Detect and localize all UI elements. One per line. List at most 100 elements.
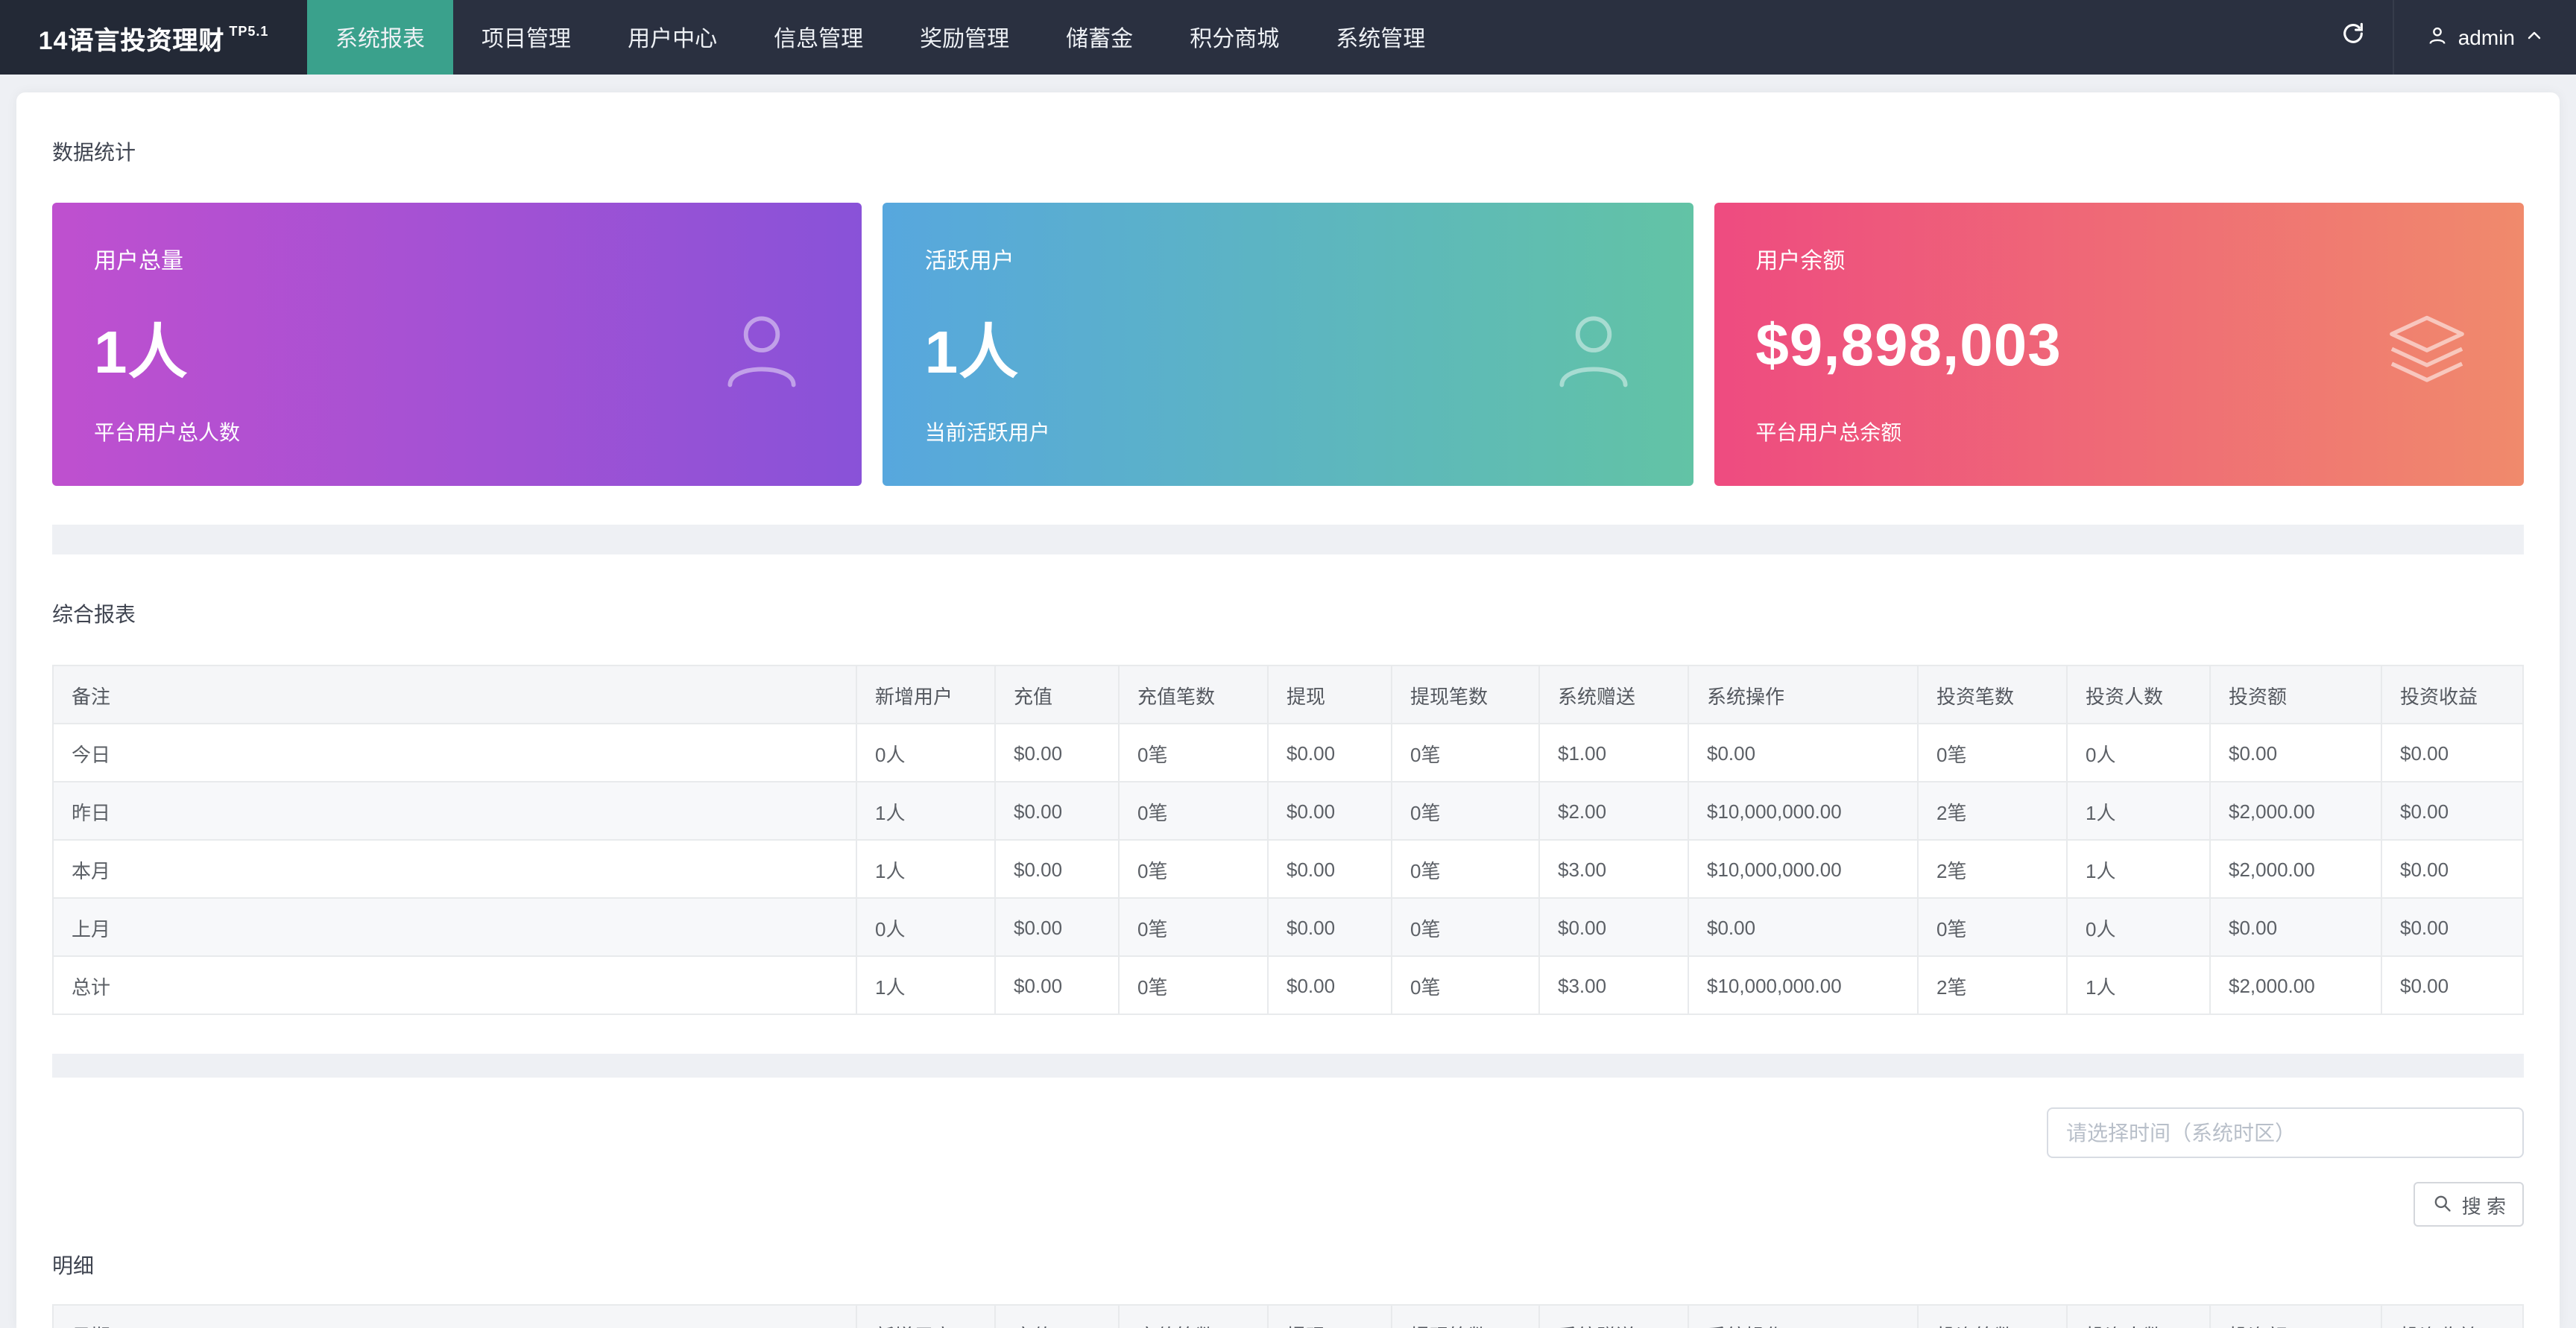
table-cell: 0笔	[1118, 781, 1269, 841]
table-cell: 1人	[856, 955, 996, 1015]
column-header: 投资笔数	[1917, 1304, 2068, 1328]
column-header: 新增用户	[856, 1304, 996, 1328]
detail-section-title: 明细	[52, 1253, 94, 1277]
layers-icon	[2384, 306, 2470, 400]
table-cell: $0.00	[1267, 955, 1392, 1015]
table-cell: $0.00	[1267, 897, 1392, 957]
column-header: 投资收益	[2381, 1304, 2524, 1328]
nav-item[interactable]: 系统管理	[1307, 0, 1453, 75]
table-cell: $0.00	[1538, 897, 1689, 957]
detail-section: 搜 索 明细 日期新增用户充值充值笔数提现提现笔数系统赠送系统操作投资笔数投资人…	[52, 1078, 2524, 1328]
table-cell: 2笔	[1917, 839, 2068, 899]
search-button-label: 搜 索	[2461, 1195, 2506, 1217]
table-cell: $3.00	[1538, 955, 1689, 1015]
stat-card-text: 活跃用户 1人 当前活跃用户	[925, 244, 1050, 447]
user-menu[interactable]: admin	[2392, 0, 2576, 75]
column-header: 系统操作	[1688, 665, 1919, 724]
stat-card: 用户余额 $9,898,003 平台用户总余额	[1714, 203, 2524, 486]
nav-item[interactable]: 积分商城	[1161, 0, 1307, 75]
table-row: 总计 1人 $0.00 0笔 $0.00 0笔 $3.00 $10,000,000.00 2笔 1…	[52, 955, 2524, 1015]
column-header: 系统赠送	[1538, 1304, 1689, 1328]
table-cell: 0笔	[1391, 955, 1540, 1015]
column-header: 投资人数	[2066, 1304, 2211, 1328]
nav-item[interactable]: 用户中心	[599, 0, 745, 75]
stat-card-value: $9,898,003	[1755, 313, 2062, 379]
column-header: 系统赠送	[1538, 665, 1689, 724]
stat-card-value: 1人	[94, 320, 189, 385]
column-header: 备注	[52, 665, 857, 724]
search-icon	[2432, 1192, 2453, 1217]
table-cell: $2,000.00	[2209, 781, 2382, 841]
stat-card-title: 用户余额	[1755, 249, 1846, 274]
table-cell: 0笔	[1391, 723, 1540, 782]
app-logo: 14语言投资理财 TP5.1	[0, 0, 307, 75]
column-header: 提现笔数	[1391, 1304, 1540, 1328]
column-header: 投资笔数	[1917, 665, 2068, 724]
stat-card-subtitle: 平台用户总人数	[94, 420, 240, 444]
table-cell: 0笔	[1917, 897, 2068, 957]
column-header: 投资额	[2209, 1304, 2382, 1328]
table-cell: 本月	[52, 839, 857, 899]
search-button[interactable]: 搜 索	[2414, 1182, 2524, 1227]
user-icon	[716, 303, 809, 403]
table-cell: 0人	[856, 723, 996, 782]
table-row: 上月 0人 $0.00 0笔 $0.00 0笔 $0.00 $0.00 0笔 0人 $0.00 $0.…	[52, 897, 2524, 957]
table-cell: $1.00	[1538, 723, 1689, 782]
column-header: 投资额	[2209, 665, 2382, 724]
column-header: 投资收益	[2381, 665, 2524, 724]
table-cell: 1人	[2066, 955, 2211, 1015]
table-cell: 2笔	[1917, 955, 2068, 1015]
table-cell: $0.00	[1688, 897, 1919, 957]
detail-controls: 搜 索	[52, 1107, 2524, 1227]
user-icon	[1547, 303, 1639, 403]
table-cell: $0.00	[1267, 839, 1392, 899]
table-cell: 0人	[856, 897, 996, 957]
table-cell: $0.00	[994, 839, 1120, 899]
section-divider	[52, 525, 2524, 554]
table-cell: 1人	[2066, 839, 2211, 899]
nav-item[interactable]: 项目管理	[453, 0, 599, 75]
table-row: 昨日 1人 $0.00 0笔 $0.00 0笔 $2.00 $10,000,000.00 2笔 1…	[52, 781, 2524, 841]
table-cell: $0.00	[994, 723, 1120, 782]
table-cell: 0笔	[1391, 839, 1540, 899]
table-cell: 0笔	[1118, 723, 1269, 782]
stat-card-value: 1人	[924, 320, 1020, 385]
user-icon	[2427, 25, 2448, 50]
table-cell: $3.00	[1538, 839, 1689, 899]
table-cell: $0.00	[1688, 723, 1919, 782]
table-cell: $0.00	[2381, 897, 2524, 957]
table-cell: $10,000,000.00	[1688, 839, 1919, 899]
date-range-input[interactable]	[2047, 1107, 2524, 1158]
table-cell: $0.00	[2381, 781, 2524, 841]
table-cell: $0.00	[2381, 723, 2524, 782]
column-header: 系统操作	[1688, 1304, 1919, 1328]
table-cell: $0.00	[994, 955, 1120, 1015]
table-cell: 0笔	[1917, 723, 2068, 782]
table-cell: $10,000,000.00	[1688, 781, 1919, 841]
nav-item[interactable]: 系统报表	[307, 0, 454, 75]
search-row: 搜 索	[2414, 1182, 2524, 1227]
stats-section-title: 数据统计	[52, 140, 136, 164]
table-cell: $0.00	[994, 897, 1120, 957]
column-header: 充值	[994, 665, 1120, 724]
column-header: 提现	[1267, 665, 1392, 724]
nav-menu: 系统报表 项目管理 用户中心 信息管理 奖励管理 储蓄金 积分商城 系统管理	[307, 0, 1453, 75]
column-header: 充值	[994, 1304, 1120, 1328]
stat-card-subtitle: 平台用户总余额	[1755, 420, 1902, 444]
refresh-button[interactable]	[2315, 0, 2393, 75]
detail-table: 日期新增用户充值充值笔数提现提现笔数系统赠送系统操作投资笔数投资人数投资额投资收…	[52, 1304, 2524, 1328]
column-header: 充值笔数	[1118, 665, 1269, 724]
table-cell: $2,000.00	[2209, 955, 2382, 1015]
column-header: 提现笔数	[1391, 665, 1540, 724]
table-cell: 0笔	[1118, 955, 1269, 1015]
column-header: 提现	[1267, 1304, 1392, 1328]
app-version: TP5.1	[229, 24, 269, 39]
nav-item[interactable]: 储蓄金	[1038, 0, 1161, 75]
nav-item[interactable]: 信息管理	[745, 0, 891, 75]
user-name: admin	[2457, 25, 2515, 49]
main-content: 数据统计 用户总量 1人 平台用户总人数 活跃用户 1人 当前活跃用户 用户余额 $9,898…	[16, 92, 2560, 1328]
table-cell: $0.00	[994, 781, 1120, 841]
table-row: 本月 1人 $0.00 0笔 $0.00 0笔 $3.00 $10,000,000.00 2笔 1…	[52, 839, 2524, 899]
table-cell: 0人	[2066, 723, 2211, 782]
nav-item[interactable]: 奖励管理	[891, 0, 1038, 75]
